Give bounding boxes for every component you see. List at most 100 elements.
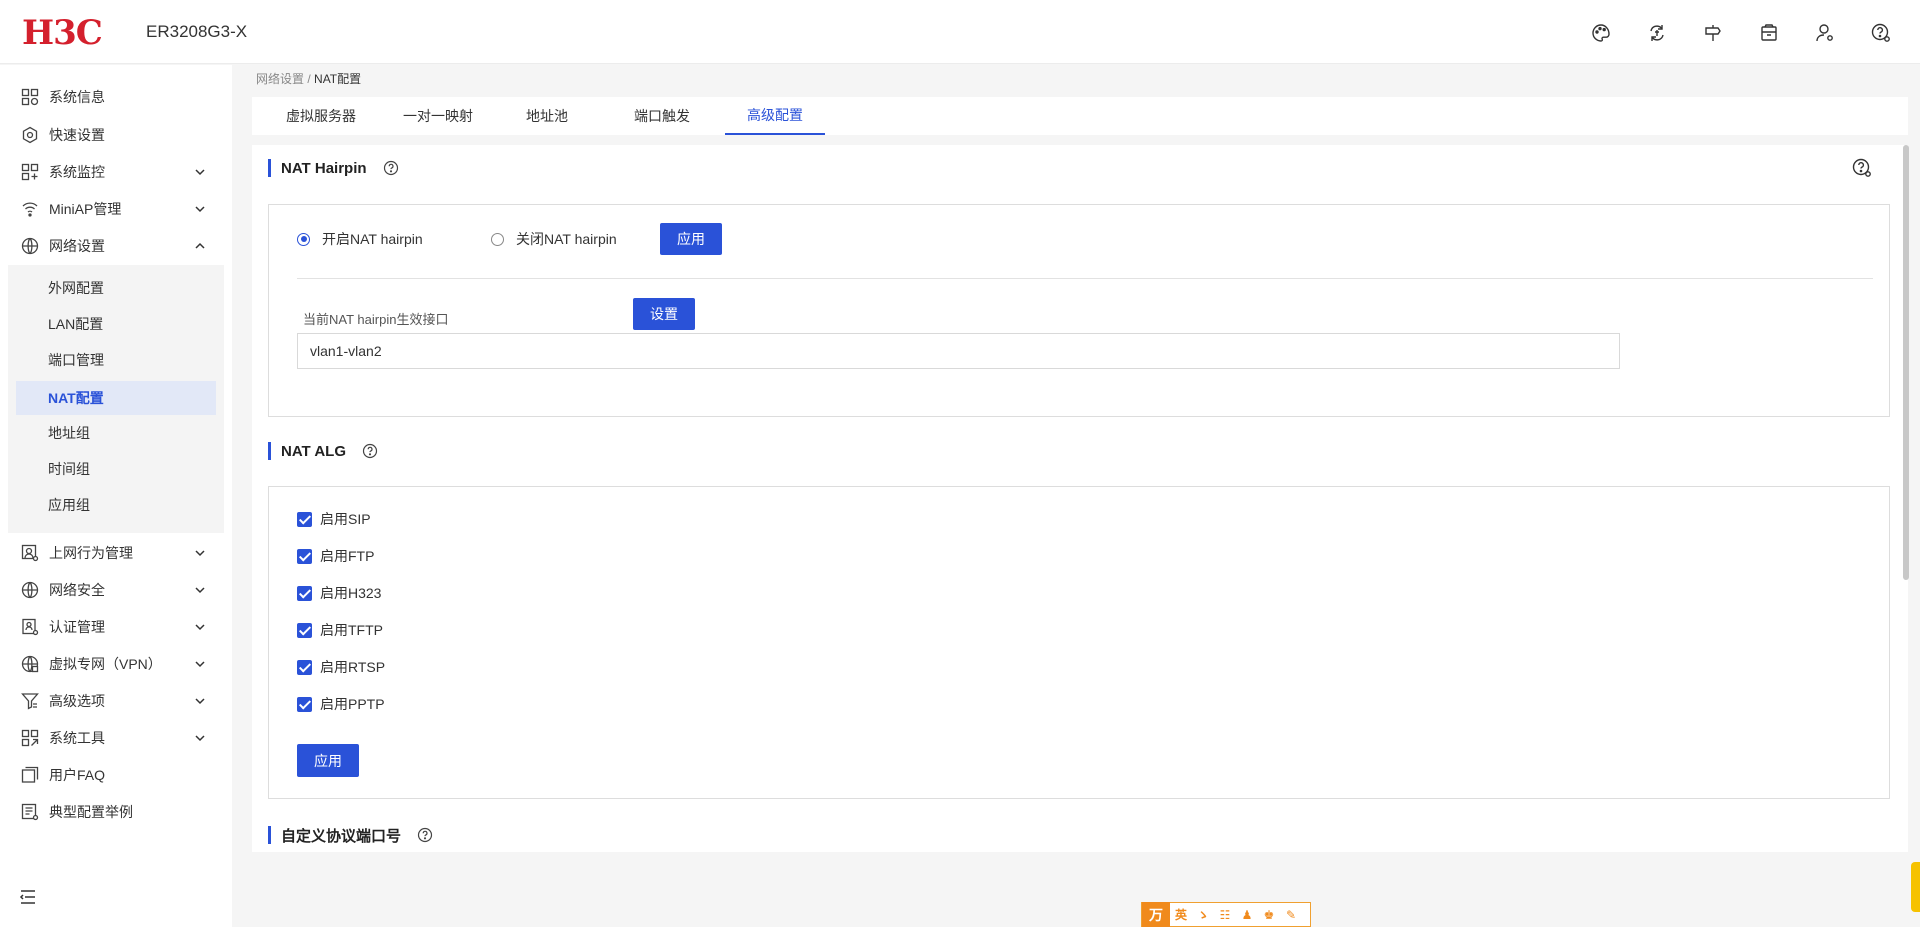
sidebar-item-label: MiniAP管理 xyxy=(49,201,122,217)
alg-apply-button[interactable]: 应用 xyxy=(297,744,359,777)
hairpin-apply-button[interactable]: 应用 xyxy=(660,223,722,255)
help-icon[interactable] xyxy=(417,827,433,843)
help-icon[interactable] xyxy=(362,443,378,459)
section-accent-bar xyxy=(268,442,271,460)
behavior-icon xyxy=(20,543,40,563)
header-toolbar xyxy=(1588,20,1894,46)
hairpin-set-button[interactable]: 设置 xyxy=(633,298,695,330)
sidebar-item-tools[interactable]: 系统工具 xyxy=(0,720,232,756)
radio-label: 开启NAT hairpin xyxy=(322,231,423,247)
sidebar-item-quick-setup[interactable]: 快速设置 xyxy=(0,117,232,153)
ime-language-toggle[interactable]: 英 xyxy=(1170,902,1192,927)
checkbox-pptp[interactable]: 启用PPTP xyxy=(297,694,385,714)
ime-tools-icon[interactable]: ✎ xyxy=(1280,902,1302,927)
chevron-down-icon xyxy=(195,624,205,631)
section-custom-port-title: 自定义协议端口号 xyxy=(268,825,433,845)
radio-label: 关闭NAT hairpin xyxy=(516,231,617,247)
sidebar-item-behavior[interactable]: 上网行为管理 xyxy=(0,535,232,571)
help-settings-icon[interactable] xyxy=(1868,20,1894,46)
user-settings-icon[interactable] xyxy=(1812,20,1838,46)
sidebar-item-security[interactable]: 网络安全 xyxy=(0,572,232,608)
sidebar-subitem-label: LAN配置 xyxy=(48,316,104,332)
sidebar-subitem-time-group[interactable]: 时间组 xyxy=(16,452,216,486)
sidebar-subitem-wan[interactable]: 外网配置 xyxy=(16,271,216,305)
ime-keyboard-icon[interactable]: ☷ xyxy=(1214,902,1236,927)
globe-icon xyxy=(20,236,40,256)
palette-icon[interactable] xyxy=(1588,20,1614,46)
checkbox-label: 启用TFTP xyxy=(320,622,383,638)
tab-one-to-one[interactable]: 一对一映射 xyxy=(391,97,485,135)
tab-bar: 虚拟服务器 一对一映射 地址池 端口触发 高级配置 xyxy=(252,97,1908,135)
section-nat-alg-title: NAT ALG xyxy=(268,441,378,461)
checkbox-indicator xyxy=(297,622,312,638)
checkbox-label: 启用FTP xyxy=(320,548,375,564)
signpost-icon[interactable] xyxy=(1700,20,1726,46)
radio-enable-hairpin[interactable]: 开启NAT hairpin xyxy=(297,229,423,249)
section-title-text: NAT ALG xyxy=(281,442,346,460)
edge-handle[interactable] xyxy=(1911,862,1920,912)
sidebar-item-label: 用户FAQ xyxy=(49,767,106,783)
monitor-icon xyxy=(20,162,40,182)
checkbox-label: 启用RTSP xyxy=(320,659,386,675)
checkbox-h323[interactable]: 启用H323 xyxy=(297,583,381,603)
content-scrollbar[interactable] xyxy=(1903,145,1909,580)
sidebar-subitem-port-management[interactable]: 端口管理 xyxy=(16,343,216,377)
vpn-icon xyxy=(20,654,40,674)
radio-indicator xyxy=(491,232,504,246)
sidebar-subitem-label: 地址组 xyxy=(48,425,90,441)
checkbox-sip[interactable]: 启用SIP xyxy=(297,509,371,529)
checkbox-indicator xyxy=(297,585,312,601)
sidebar-item-network-settings[interactable]: 网络设置 xyxy=(0,228,232,264)
sidebar-subitem-app-group[interactable]: 应用组 xyxy=(16,488,216,522)
checkbox-label: 启用H323 xyxy=(320,585,382,601)
brand-logo[interactable]: H3C xyxy=(22,13,103,53)
example-icon xyxy=(20,802,40,822)
security-icon xyxy=(20,580,40,600)
ime-toolbar[interactable]: 万 英 ゝ ☷ ♟ ♚ ✎ xyxy=(1141,902,1311,927)
checkbox-indicator xyxy=(297,548,312,564)
sidebar-item-vpn[interactable]: 虚拟专网（VPN） xyxy=(0,646,232,682)
sidebar-item-system-info[interactable]: 系统信息 xyxy=(0,79,232,115)
section-accent-bar xyxy=(268,159,271,177)
sidebar-subitem-label: 端口管理 xyxy=(48,352,104,368)
tab-virtual-server[interactable]: 虚拟服务器 xyxy=(276,97,366,135)
package-icon[interactable] xyxy=(1756,20,1782,46)
section-title-text: NAT Hairpin xyxy=(281,159,367,177)
checkbox-ftp[interactable]: 启用FTP xyxy=(297,546,374,566)
tab-advanced-config[interactable]: 高级配置 xyxy=(725,97,825,135)
help-icon[interactable] xyxy=(383,160,399,176)
checkbox-label: 启用PPTP xyxy=(320,696,385,712)
ime-user-icon[interactable]: ♟ xyxy=(1236,902,1258,927)
sidebar-item-system-monitor[interactable]: 系统监控 xyxy=(0,154,232,190)
chevron-down-icon xyxy=(195,206,205,213)
sidebar-item-miniap[interactable]: MiniAP管理 xyxy=(0,191,232,227)
exchange-icon[interactable] xyxy=(1644,20,1670,46)
sidebar-item-faq[interactable]: 用户FAQ xyxy=(0,757,232,793)
ime-punctuation-toggle[interactable]: ゝ xyxy=(1192,902,1214,927)
sidebar-item-label: 系统工具 xyxy=(49,730,105,746)
sidebar-item-auth[interactable]: 认证管理 xyxy=(0,609,232,645)
help-settings-icon[interactable] xyxy=(1852,158,1872,178)
sidebar-subitem-nat[interactable]: NAT配置 xyxy=(16,381,216,415)
chevron-down-icon xyxy=(195,661,205,668)
tab-port-trigger[interactable]: 端口触发 xyxy=(620,97,704,135)
hairpin-interface-input[interactable] xyxy=(297,333,1620,369)
sidebar-subitem-lan[interactable]: LAN配置 xyxy=(16,307,216,341)
chevron-down-icon xyxy=(195,587,205,594)
system-info-icon xyxy=(20,87,40,107)
radio-disable-hairpin[interactable]: 关闭NAT hairpin xyxy=(491,229,617,249)
sidebar-subitem-address-group[interactable]: 地址组 xyxy=(16,416,216,450)
radio-indicator xyxy=(297,232,310,246)
breadcrumb: 网络设置 / NAT配置 xyxy=(256,70,361,87)
sidebar-item-examples[interactable]: 典型配置举例 xyxy=(0,794,232,830)
sidebar-item-label: 典型配置举例 xyxy=(49,804,133,820)
collapse-menu-icon[interactable] xyxy=(18,887,38,907)
checkbox-tftp[interactable]: 启用TFTP xyxy=(297,620,383,640)
ime-logo[interactable]: 万 xyxy=(1142,902,1170,927)
ime-skin-icon[interactable]: ♚ xyxy=(1258,902,1280,927)
tab-address-pool[interactable]: 地址池 xyxy=(512,97,582,135)
checkbox-rtsp[interactable]: 启用RTSP xyxy=(297,657,385,677)
brand-logo-text: H3C xyxy=(22,13,103,53)
breadcrumb-parent[interactable]: 网络设置 xyxy=(256,72,304,86)
sidebar-item-advanced[interactable]: 高级选项 xyxy=(0,683,232,719)
